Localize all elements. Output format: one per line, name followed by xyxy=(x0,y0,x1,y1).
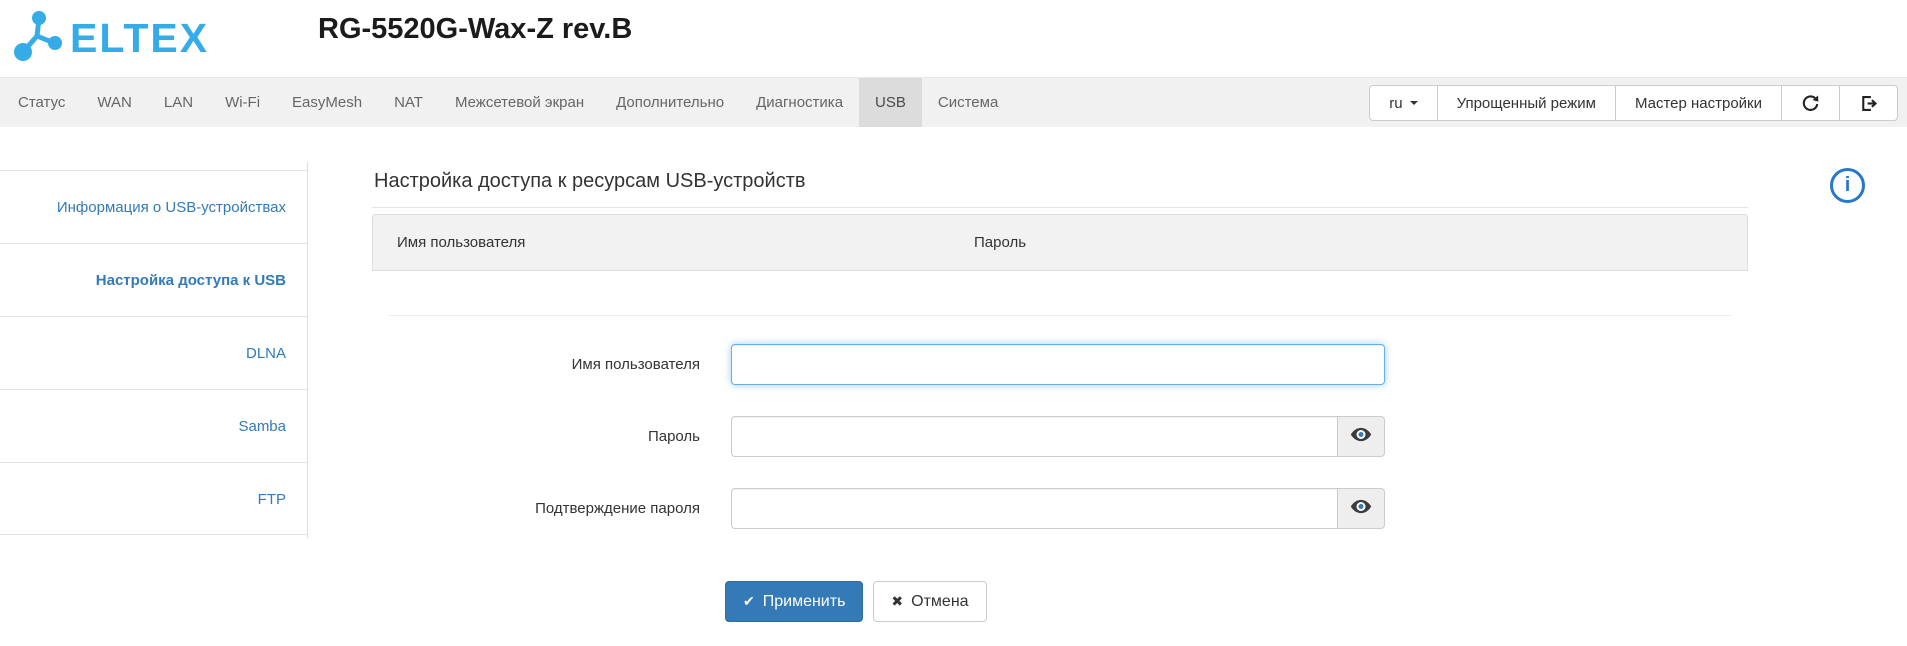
sidebar-item-dlna[interactable]: DLNA xyxy=(0,316,307,389)
sidebar-item-samba[interactable]: Samba xyxy=(0,389,307,462)
tab-firewall[interactable]: Межсетевой экран xyxy=(439,78,600,127)
toggle-password-visibility-button[interactable] xyxy=(1337,416,1385,457)
password-label: Пароль xyxy=(372,428,700,445)
eltex-logo-text: ELTEX xyxy=(70,18,209,59)
caret-down-icon xyxy=(1410,101,1418,105)
cancel-button[interactable]: ✖ Отмена xyxy=(873,581,986,622)
tab-advanced[interactable]: Дополнительно xyxy=(600,78,740,127)
main-navbar: Статус WAN LAN Wi-Fi EasyMesh NAT Межсет… xyxy=(0,77,1907,127)
device-title: RG-5520G-Wax-Z rev.B xyxy=(318,13,632,46)
username-label: Имя пользователя xyxy=(372,356,700,373)
column-header-username: Имя пользователя xyxy=(373,234,974,251)
setup-wizard-button[interactable]: Мастер настройки xyxy=(1615,86,1781,120)
tab-easymesh[interactable]: EasyMesh xyxy=(276,78,378,127)
language-dropdown[interactable]: ru xyxy=(1370,86,1436,120)
eltex-logo-icon xyxy=(12,8,64,69)
tab-lan[interactable]: LAN xyxy=(148,78,209,127)
simple-mode-button[interactable]: Упрощенный режим xyxy=(1437,86,1615,120)
cancel-button-label: Отмена xyxy=(911,593,968,611)
cancel-x-icon: ✖ xyxy=(891,593,903,610)
page-header: ELTEX RG-5520G-Wax-Z rev.B xyxy=(0,0,1907,77)
info-icon[interactable]: i xyxy=(1830,168,1865,203)
logout-button[interactable] xyxy=(1839,86,1897,120)
tab-usb[interactable]: USB xyxy=(859,78,922,127)
password-confirm-label: Подтверждение пароля xyxy=(372,500,700,517)
refresh-icon xyxy=(1801,94,1820,113)
sidebar-item-ftp[interactable]: FTP xyxy=(0,462,307,535)
column-header-password: Пароль xyxy=(974,234,1747,251)
usb-sidebar: Информация о USB-устройствах Настройка д… xyxy=(0,162,308,538)
usb-access-form: Имя пользователя Пароль xyxy=(372,316,1748,622)
logout-icon xyxy=(1859,94,1878,113)
tab-wifi[interactable]: Wi-Fi xyxy=(209,78,276,127)
password-confirm-input[interactable] xyxy=(731,488,1338,529)
form-row-password: Пароль xyxy=(372,416,1748,457)
tab-diagnostics[interactable]: Диагностика xyxy=(740,78,859,127)
username-input[interactable] xyxy=(731,344,1385,385)
tab-wan[interactable]: WAN xyxy=(81,78,147,127)
language-dropdown-label: ru xyxy=(1389,95,1402,112)
sidebar-item-usb-access[interactable]: Настройка доступа к USB xyxy=(0,243,307,316)
usb-access-panel: Настройка доступа к ресурсам USB-устройс… xyxy=(372,170,1748,622)
page-title: Настройка доступа к ресурсам USB-устройс… xyxy=(372,170,1748,208)
password-input[interactable] xyxy=(731,416,1338,457)
navbar-control-group: ru Упрощенный режим Мастер настройки xyxy=(1369,85,1898,121)
eltex-logo[interactable]: ELTEX xyxy=(12,8,209,69)
toggle-password-confirm-visibility-button[interactable] xyxy=(1337,488,1385,529)
check-icon: ✔ xyxy=(743,593,755,610)
tab-system[interactable]: Система xyxy=(922,78,1014,127)
sidebar-item-usb-info[interactable]: Информация о USB-устройствах xyxy=(0,170,307,243)
eye-icon xyxy=(1350,427,1372,447)
refresh-button[interactable] xyxy=(1781,86,1839,120)
credentials-table-body xyxy=(372,271,1748,315)
form-row-password-confirm: Подтверждение пароля xyxy=(372,488,1748,529)
form-actions: ✔ Применить ✖ Отмена xyxy=(725,581,1748,622)
credentials-table-header: Имя пользователя Пароль xyxy=(372,214,1748,271)
form-row-username: Имя пользователя xyxy=(372,344,1748,385)
apply-button[interactable]: ✔ Применить xyxy=(725,581,863,622)
apply-button-label: Применить xyxy=(763,593,846,611)
tab-nat[interactable]: NAT xyxy=(378,78,439,127)
tab-status[interactable]: Статус xyxy=(2,78,81,127)
eye-icon xyxy=(1350,499,1372,519)
